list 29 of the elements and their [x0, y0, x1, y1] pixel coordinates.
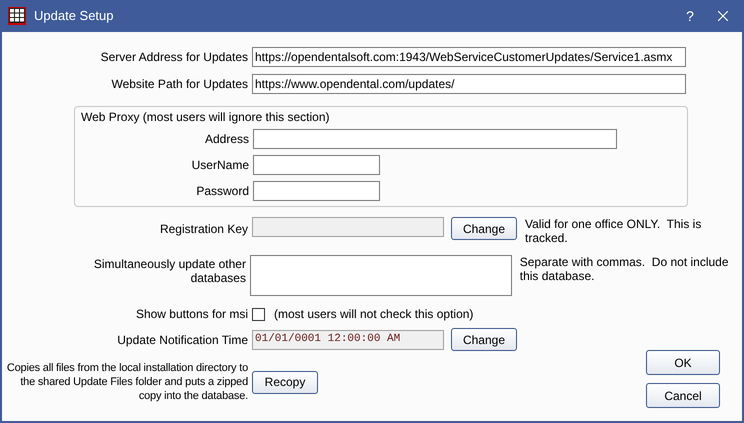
help-button[interactable]: ? [678, 6, 702, 26]
field-label: Password [195, 183, 250, 200]
field-label: Show buttons for msi [134, 306, 249, 323]
window-title: Update Setup [34, 7, 114, 26]
recopy-button[interactable]: Recopy [252, 370, 318, 394]
text-field[interactable]: https://www.opendental.com/updates/ [252, 74, 686, 94]
field-label: Registration Key [158, 221, 249, 238]
field-label: UserName [190, 157, 250, 174]
text-field[interactable]: https://opendentalsoft.com:1943/WebServiceCustomerUpdates/Service1.asmx [252, 46, 686, 66]
msi-checkbox[interactable] [252, 308, 265, 320]
field-label: Simultaneously update other databases [92, 257, 247, 285]
notification-time-field[interactable]: 01/01/0001 12:00:00 AM [252, 330, 444, 350]
field-label: Server Address for Updates [100, 48, 249, 66]
databases-field[interactable] [250, 255, 512, 296]
dialog-button[interactable]: Cancel [646, 383, 720, 408]
group-title: Web Proxy (most users will ignore this section) [81, 109, 331, 126]
text-field[interactable] [253, 181, 380, 201]
change-button[interactable]: Change [451, 328, 517, 351]
field-label: Update Notification Time [116, 332, 249, 348]
app-grid-icon [8, 7, 26, 25]
note-text: Valid for one office ONLY. This is tracked. [525, 217, 702, 245]
field-label: Website Path for Updates [110, 76, 249, 92]
note-text: (most users will not check this option) [274, 306, 474, 323]
note-text: Separate with commas. Do not include this database. [520, 255, 730, 283]
dialog-button[interactable]: OK [646, 350, 720, 375]
field-label: Address [204, 131, 250, 148]
recopy-description: Copies all files from the local installation directory to the shared Update Files folder and puts a zipped copy into the database. [6, 361, 249, 403]
text-field[interactable] [253, 155, 380, 175]
text-field[interactable] [253, 129, 617, 149]
